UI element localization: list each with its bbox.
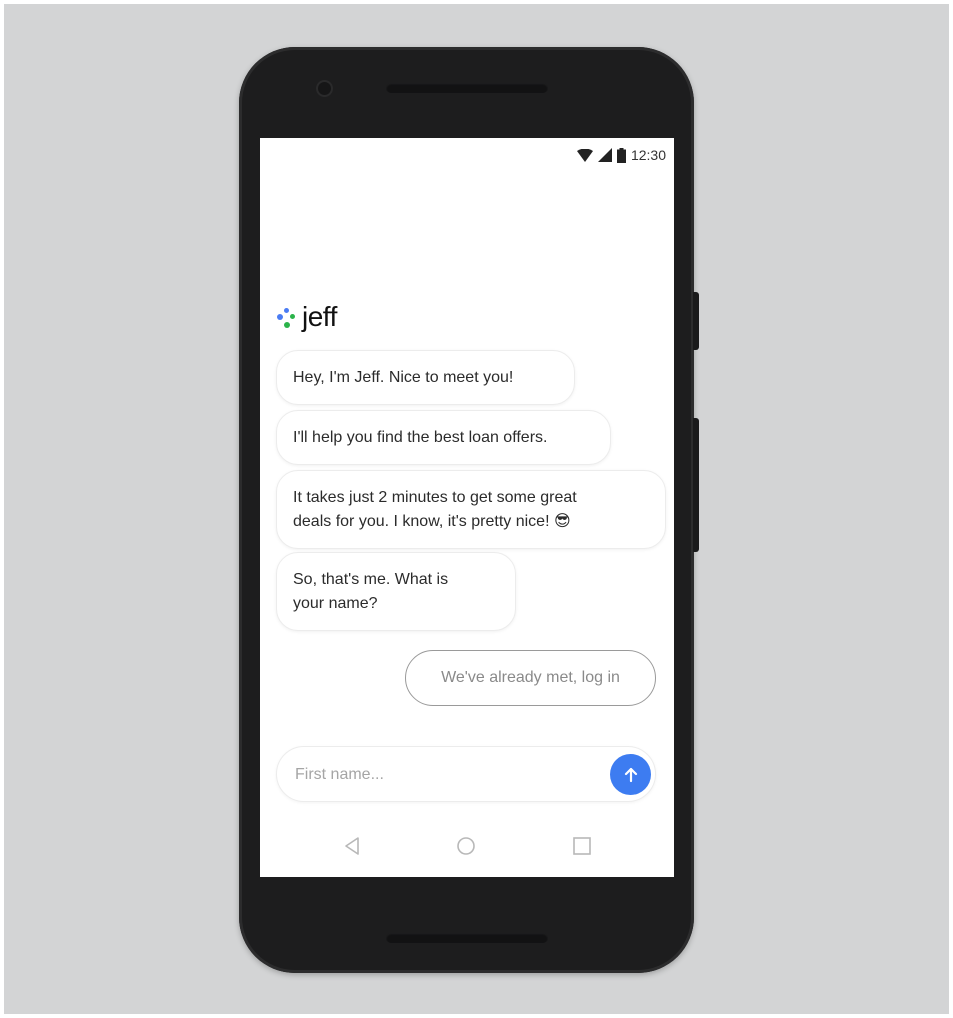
wifi-icon [576, 148, 593, 162]
login-button[interactable]: We've already met, log in [405, 650, 656, 706]
chat-message: Hey, I'm Jeff. Nice to meet you! [276, 350, 575, 405]
recents-icon [573, 837, 591, 855]
message-composer [276, 746, 656, 802]
recents-button[interactable] [572, 836, 592, 861]
chat-message: I'll help you find the best loan offers. [276, 410, 611, 465]
logo-dots-icon [276, 304, 298, 330]
first-name-input[interactable] [293, 761, 597, 789]
chat-message: So, that's me. What is your name? [276, 552, 516, 631]
arrow-up-icon [624, 767, 637, 782]
bottom-speaker [386, 933, 548, 943]
logo-text: jeff [302, 301, 337, 332]
earpiece-speaker [386, 83, 548, 93]
status-time: 12:30 [630, 147, 666, 163]
home-icon [457, 837, 475, 855]
cellular-signal-icon [597, 148, 612, 162]
jeff-logo: jeff [276, 301, 337, 333]
home-button[interactable] [456, 836, 476, 861]
front-camera-icon [316, 80, 333, 97]
back-button[interactable] [343, 836, 361, 861]
phone-screen: 12:30 jeff Hey, I'm Jeff. Nice to meet y… [260, 138, 674, 877]
android-nav-bar [260, 828, 674, 868]
status-bar: 12:30 [576, 144, 666, 166]
volume-button [693, 418, 699, 552]
power-button [693, 292, 699, 350]
battery-icon [616, 147, 626, 163]
send-button[interactable] [610, 754, 651, 795]
back-icon [345, 837, 359, 855]
chat-message: It takes just 2 minutes to get some grea… [276, 470, 666, 549]
